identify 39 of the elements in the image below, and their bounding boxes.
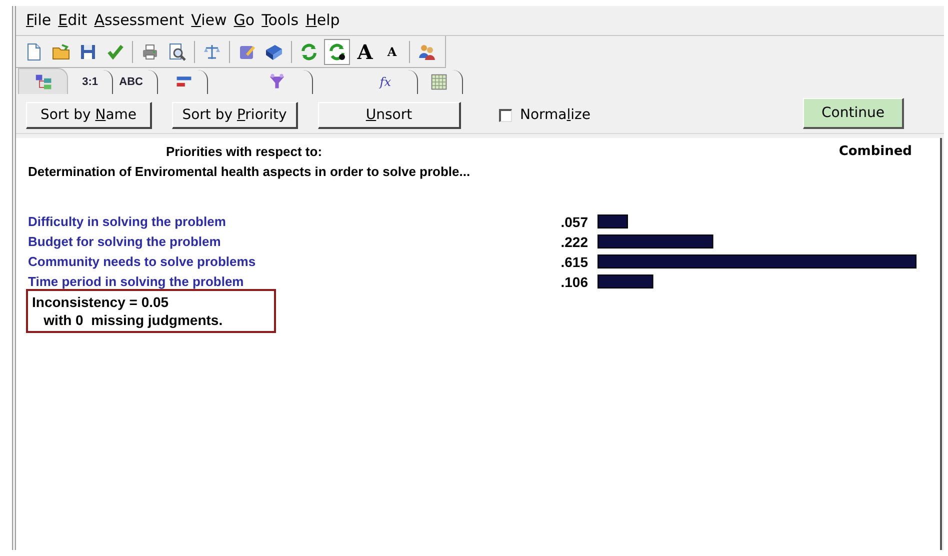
menu-item[interactable]: Tools xyxy=(262,9,299,32)
sort-button[interactable]: Unsort xyxy=(318,102,461,129)
toolbar-button[interactable] xyxy=(324,38,350,64)
menu-item[interactable]: Go xyxy=(234,9,255,32)
print-preview-icon xyxy=(167,42,187,62)
refresh-arrows-icon xyxy=(327,42,347,62)
refresh-arrows-icon xyxy=(299,42,319,62)
menu-item[interactable]: Help xyxy=(306,9,340,32)
grid-icon xyxy=(430,73,448,91)
sort-button[interactable]: Sort by Priority xyxy=(172,102,298,129)
folder-icon xyxy=(51,42,71,62)
hierarchy-icon xyxy=(35,72,53,90)
printer-icon xyxy=(140,42,160,62)
priority-bar xyxy=(598,274,654,288)
combined-label: Combined xyxy=(838,143,913,161)
menu-item[interactable]: Edit xyxy=(58,9,88,32)
font-increase-button[interactable]: A xyxy=(353,38,377,64)
menu-item[interactable]: View xyxy=(191,9,227,32)
criterion-label: Difficulty in solving the problem xyxy=(28,213,227,231)
continue-button[interactable]: Continue xyxy=(803,98,904,129)
criterion-label: Time period in solving the problem xyxy=(28,273,245,291)
normalize-checkbox[interactable] xyxy=(499,108,512,122)
tab[interactable] xyxy=(18,68,68,94)
priority-value: .222 xyxy=(560,234,588,250)
priority-bar xyxy=(598,214,628,228)
font-decrease-button[interactable]: A xyxy=(380,38,404,64)
header-title: Priorities with respect to: xyxy=(165,143,324,161)
priority-value: .057 xyxy=(560,214,588,230)
menu-item[interactable]: File xyxy=(26,9,52,32)
sort-button[interactable]: Sort by Name xyxy=(26,102,152,129)
priority-value: .615 xyxy=(560,254,588,270)
criterion-label: Community needs to solve problems xyxy=(28,253,257,271)
inconsistency-text: Inconsistency = 0.05 with 0 missing judgments. xyxy=(32,293,224,329)
normalize-label: Normalize xyxy=(520,106,591,124)
criterion-label: Budget for solving the problem xyxy=(28,233,222,251)
goal-text: Determination of Enviromental health aspects in order to solve proble... xyxy=(28,162,472,181)
priority-value: .106 xyxy=(560,274,588,290)
funnel-icon xyxy=(268,73,286,91)
menu-item[interactable]: Assessment xyxy=(94,9,184,32)
